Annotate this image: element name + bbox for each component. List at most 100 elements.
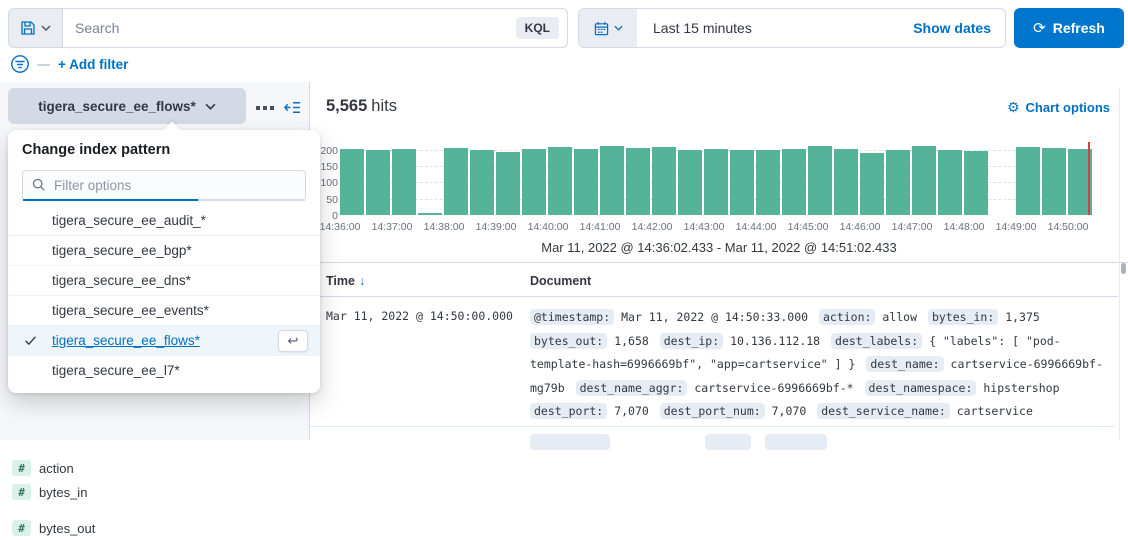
histogram-chart	[340, 142, 1095, 215]
field-name-badge[interactable]: bytes_in:	[928, 309, 998, 325]
histogram-bar[interactable]	[782, 149, 806, 215]
hits-count: 5,565	[326, 97, 367, 115]
field-value: cartservice-6996669bf-*	[694, 381, 853, 395]
histogram-bar[interactable]	[392, 149, 416, 215]
x-axis-tick: 14:48:00	[944, 221, 985, 233]
divider	[310, 296, 1118, 297]
kql-badge[interactable]: KQL	[516, 17, 559, 39]
x-axis-tick: 14:45:00	[788, 221, 829, 233]
field-value: hipstershop	[983, 381, 1059, 395]
sidebar-field-bytes_out[interactable]: # bytes_out	[12, 516, 95, 540]
histogram-bar[interactable]	[964, 151, 988, 215]
index-pattern-option[interactable]: tigera_secure_ee_l7*	[8, 355, 320, 385]
histogram-bar[interactable]	[730, 150, 754, 215]
popover-title: Change index pattern	[8, 130, 320, 168]
row-divider	[310, 426, 1114, 427]
histogram-bar[interactable]	[938, 150, 962, 215]
field-name-badge[interactable]: dest_port_num:	[660, 403, 765, 419]
x-axis-tick: 14:50:00	[1048, 221, 1089, 233]
field-value: 10.136.112.18	[730, 334, 820, 348]
divider	[310, 262, 1128, 263]
index-pattern-option-label: tigera_secure_ee_dns*	[52, 273, 191, 288]
current-time-marker	[1088, 142, 1090, 215]
field-name-badge[interactable]: dest_name_aggr:	[576, 380, 688, 396]
field-name-badge[interactable]: dest_labels:	[831, 333, 922, 349]
hits-summary: 5,565hits	[326, 97, 397, 116]
index-filter-box	[22, 170, 306, 199]
chevron-down-icon	[205, 103, 216, 110]
row-document-cell[interactable]: @timestamp: Mar 11, 2022 @ 14:50:33.000 …	[530, 306, 1114, 424]
return-key-icon[interactable]: ↩	[278, 330, 308, 352]
chart-options-link[interactable]: ⚙ Chart options	[1007, 99, 1110, 116]
number-field-icon: #	[12, 520, 31, 536]
histogram-bar[interactable]	[470, 150, 494, 215]
filter-icon[interactable]	[10, 54, 30, 74]
histogram-bar[interactable]	[548, 147, 572, 215]
sidebar-field-bytes_in[interactable]: #bytes_in	[12, 480, 87, 504]
row-time-cell[interactable]: Mar 11, 2022 @ 14:50:00.000	[326, 309, 513, 323]
histogram-bar[interactable]	[496, 152, 520, 215]
search-input[interactable]	[63, 20, 516, 36]
field-name-badge[interactable]: dest_namespace:	[865, 380, 977, 396]
field-name-badge[interactable]: action:	[819, 309, 875, 325]
index-pattern-option[interactable]: tigera_secure_ee_flows*↩	[8, 325, 320, 355]
histogram-bar[interactable]	[704, 149, 728, 215]
histogram-bar[interactable]	[600, 146, 624, 215]
time-range-value[interactable]: Last 15 minutes	[653, 20, 752, 36]
index-filter-input[interactable]	[46, 178, 305, 193]
histogram-bar[interactable]	[340, 149, 364, 215]
x-axis-tick: 14:47:00	[892, 221, 933, 233]
histogram-bar[interactable]	[860, 153, 884, 215]
field-name-badge[interactable]: dest_service_name:	[817, 403, 950, 419]
histogram-bar[interactable]	[1042, 148, 1066, 215]
histogram-bar[interactable]	[1016, 147, 1040, 215]
scrollbar-thumb[interactable]	[1121, 263, 1126, 274]
saved-query-menu-button[interactable]	[8, 8, 62, 48]
column-header-time[interactable]: Time↓	[326, 274, 365, 288]
field-name-badge[interactable]: dest_port:	[530, 403, 607, 419]
focus-underline	[23, 199, 305, 201]
index-pattern-option[interactable]: tigera_secure_ee_bgp*	[8, 235, 320, 265]
sidebar-field-action[interactable]: #action	[12, 456, 74, 480]
field-badge-partial	[530, 434, 610, 450]
histogram-bar[interactable]	[366, 150, 390, 215]
collapse-sidebar-icon[interactable]	[284, 99, 301, 116]
show-dates-link[interactable]: Show dates	[913, 20, 991, 36]
field-name-badge[interactable]: dest_ip:	[660, 333, 723, 349]
x-axis-labels: 14:36:0014:37:0014:38:0014:39:0014:40:00…	[340, 221, 1100, 235]
sort-desc-icon[interactable]: ↓	[359, 274, 365, 288]
index-pattern-button[interactable]: tigera_secure_ee_flows*	[8, 88, 246, 124]
histogram-bar[interactable]	[808, 146, 832, 215]
field-value: 7,070	[772, 404, 807, 418]
date-picker-menu-button[interactable]	[579, 9, 637, 47]
histogram-bar[interactable]	[626, 148, 650, 215]
histogram-bar[interactable]	[886, 150, 910, 215]
histogram-bar[interactable]	[652, 147, 676, 215]
y-axis-tick: 150	[320, 161, 338, 173]
histogram-bar[interactable]	[756, 150, 780, 215]
index-pattern-option[interactable]: tigera_secure_ee_events*	[8, 295, 320, 325]
index-pattern-option[interactable]: tigera_secure_ee_audit_*	[8, 205, 320, 235]
histogram-bar[interactable]	[678, 150, 702, 215]
index-pattern-list: tigera_secure_ee_audit_*tigera_secure_ee…	[8, 205, 320, 385]
field-name-badge[interactable]: dest_name:	[866, 356, 943, 372]
histogram-bar[interactable]	[912, 146, 936, 215]
index-pattern-option[interactable]: tigera_secure_ee_dns*	[8, 265, 320, 295]
sidebar-field-label: bytes_out	[39, 521, 95, 536]
y-axis-tick: 50	[326, 194, 338, 206]
histogram-bar[interactable]	[444, 148, 468, 215]
histogram-bar[interactable]	[522, 149, 546, 215]
add-filter-link[interactable]: + Add filter	[58, 57, 128, 72]
histogram-bar[interactable]	[834, 149, 858, 215]
search-bar: KQL	[62, 8, 568, 48]
gear-icon: ⚙	[1007, 99, 1020, 116]
histogram-bar[interactable]	[574, 149, 598, 215]
filter-divider	[37, 64, 50, 66]
refresh-button[interactable]: ⟳ Refresh	[1014, 8, 1124, 48]
field-options-icon[interactable]	[256, 106, 274, 110]
chevron-down-icon	[41, 25, 51, 31]
chevron-down-icon	[614, 25, 623, 31]
field-name-badge[interactable]: @timestamp:	[530, 309, 614, 325]
field-name-badge[interactable]: bytes_out:	[530, 333, 607, 349]
histogram-bar[interactable]	[418, 213, 442, 215]
